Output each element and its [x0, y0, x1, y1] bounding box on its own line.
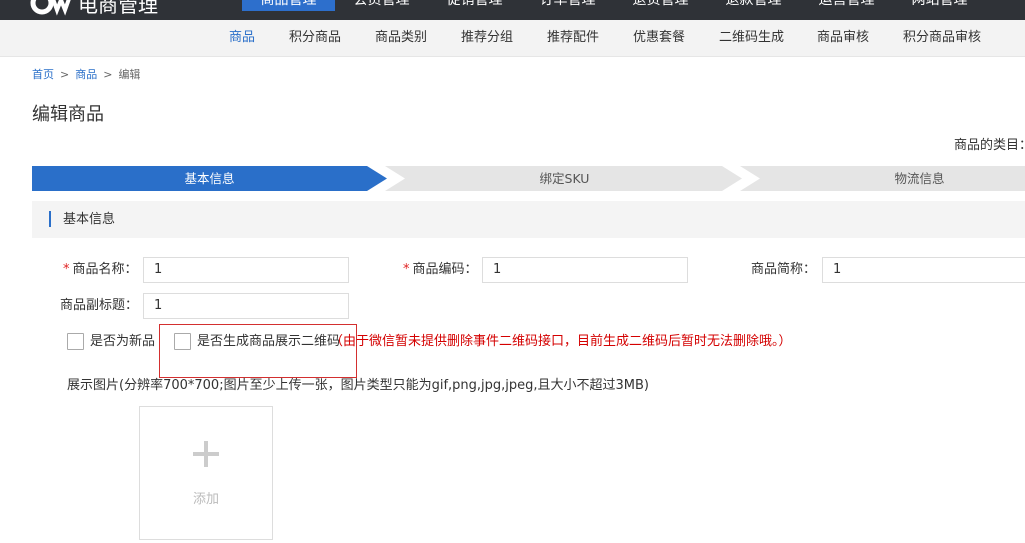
topnav-product[interactable]: 商品管理 — [242, 0, 335, 11]
logo: 电商管理 — [30, 0, 158, 18]
is-new-checkbox[interactable] — [67, 333, 84, 350]
generate-qrcode-checkbox[interactable] — [174, 333, 191, 350]
topnav-member[interactable]: 会员管理 — [335, 0, 428, 11]
topnav-report[interactable]: 报 — [986, 0, 1025, 11]
breadcrumb: 首页 > 商品 > 编辑 — [32, 66, 140, 82]
is-new-label: 是否为新品 — [90, 334, 156, 349]
breadcrumb-separator: > — [103, 68, 113, 81]
plus-icon — [193, 441, 219, 467]
top-nav: 商品管理 会员管理 促销管理 订单管理 退货管理 退款管理 运营管理 网站管理 … — [242, 0, 1025, 11]
breadcrumb-product[interactable]: 商品 — [75, 68, 97, 81]
section-header: 基本信息 — [32, 201, 1025, 238]
breadcrumb-home[interactable]: 首页 — [32, 68, 54, 81]
step-progress: 基本信息 绑定SKU 物流信息 — [32, 166, 1025, 191]
breadcrumb-separator: > — [60, 68, 70, 81]
upload-add-label: 添加 — [192, 492, 219, 507]
product-subtitle-label: 商品副标题： — [60, 298, 139, 313]
step-basic-info[interactable]: 基本信息 — [32, 166, 387, 191]
upload-hint: 展示图片(分辨率700*700;图片至少上传一张，图片类型只能为gif,png,… — [67, 378, 649, 393]
product-code-label-text: 商品编码： — [412, 262, 478, 277]
category-label: 商品的类目： — [954, 138, 1025, 153]
topnav-return[interactable]: 退货管理 — [614, 0, 707, 11]
step-bind-sku[interactable]: 绑定SKU — [397, 166, 732, 191]
page-title: 编辑商品 — [32, 104, 104, 125]
subnav-accessories[interactable]: 推荐配件 — [547, 20, 599, 56]
logo-icon — [30, 0, 74, 16]
image-upload-button[interactable]: 添加 — [139, 406, 273, 540]
subnav-product[interactable]: 商品 — [229, 20, 255, 56]
subnav-qrcode[interactable]: 二维码生成 — [719, 20, 784, 56]
required-mark: * — [403, 262, 410, 277]
product-name-input[interactable]: 1 — [143, 257, 349, 283]
generate-qrcode-label: 是否生成商品展示二维码 — [197, 334, 341, 349]
subnav-bundle[interactable]: 优惠套餐 — [633, 20, 685, 56]
step-logistics[interactable]: 物流信息 — [752, 166, 1025, 191]
section-title: 基本信息 — [63, 212, 116, 227]
product-subtitle-input[interactable]: 1 — [143, 293, 349, 319]
product-short-name-input[interactable]: 1 — [822, 257, 1025, 283]
topnav-operation[interactable]: 运营管理 — [800, 0, 893, 11]
qrcode-warning-note: （由于微信暂未提供删除事件二维码接口，目前生成二维码后暂时无法删除哦。） — [330, 334, 792, 349]
subnav-category[interactable]: 商品类别 — [375, 20, 427, 56]
topnav-promotion[interactable]: 促销管理 — [428, 0, 521, 11]
subnav-recommend-group[interactable]: 推荐分组 — [461, 20, 513, 56]
required-mark: * — [63, 262, 70, 277]
subnav-review[interactable]: 商品审核 — [817, 20, 869, 56]
product-code-input[interactable]: 1 — [482, 257, 688, 283]
topnav-website[interactable]: 网站管理 — [893, 0, 986, 11]
subnav-points-review[interactable]: 积分商品审核 — [903, 20, 981, 56]
product-code-label: * 商品编码： — [403, 257, 478, 283]
breadcrumb-current: 编辑 — [118, 68, 141, 81]
logo-text: 电商管理 — [78, 0, 158, 17]
topnav-refund[interactable]: 退款管理 — [707, 0, 800, 11]
section-marker — [49, 211, 51, 227]
top-navbar: 电商管理 商品管理 会员管理 促销管理 订单管理 退货管理 退款管理 运营管理 … — [0, 0, 1025, 20]
product-name-label: * 商品名称： — [63, 257, 138, 283]
product-name-label-text: 商品名称： — [72, 262, 138, 277]
topnav-order[interactable]: 订单管理 — [521, 0, 614, 11]
subnav-points-product[interactable]: 积分商品 — [289, 20, 341, 56]
sub-navbar: 商品 积分商品 商品类别 推荐分组 推荐配件 优惠套餐 二维码生成 商品审核 积… — [0, 20, 1025, 57]
product-short-name-label: 商品简称： — [751, 262, 817, 277]
